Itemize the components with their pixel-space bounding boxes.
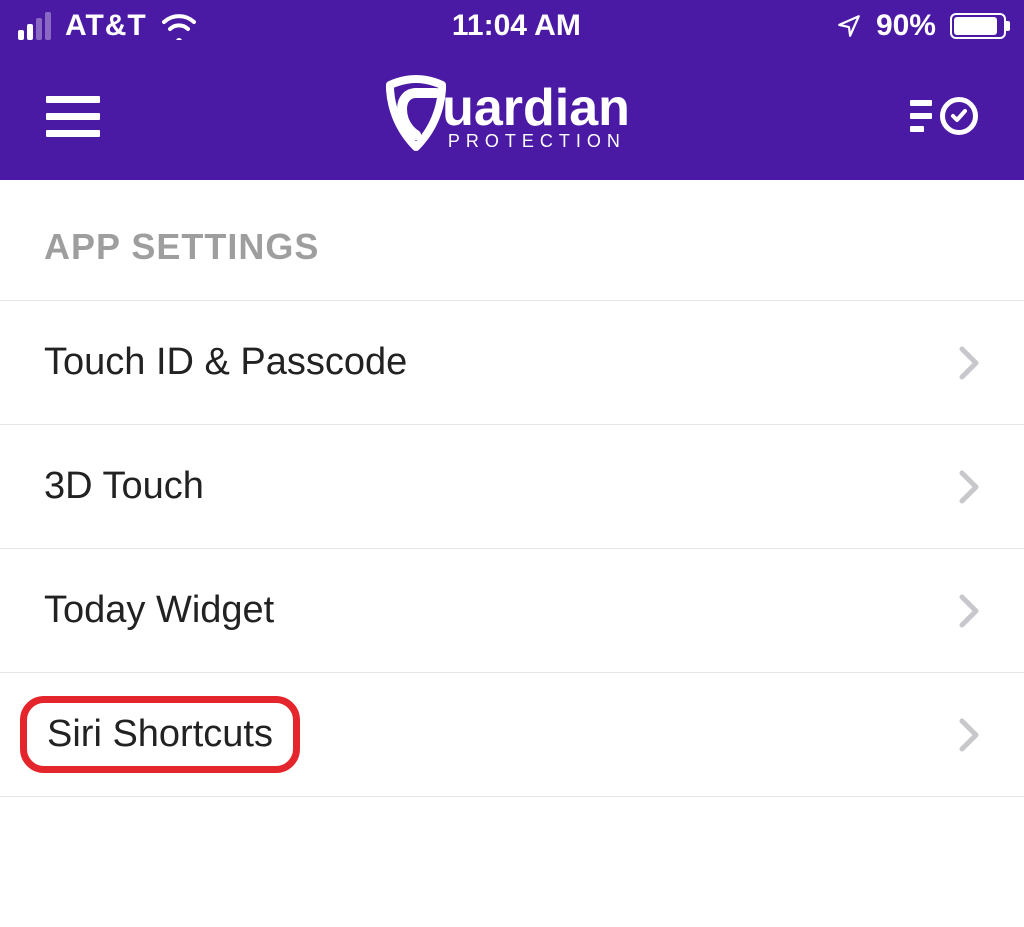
row-label: Touch ID & Passcode <box>44 341 407 384</box>
battery-icon <box>950 13 1006 39</box>
chevron-right-icon <box>958 469 980 505</box>
row-touch-id-passcode[interactable]: Touch ID & Passcode <box>0 301 1024 425</box>
location-icon <box>836 13 862 39</box>
chevron-right-icon <box>958 345 980 381</box>
chevron-right-icon <box>958 593 980 629</box>
row-label: Today Widget <box>44 589 274 632</box>
app-header: uardian PROTECTION <box>0 52 1024 180</box>
section-title: APP SETTINGS <box>0 180 1024 300</box>
row-today-widget[interactable]: Today Widget <box>0 549 1024 673</box>
settings-content: APP SETTINGS Touch ID & Passcode 3D Touc… <box>0 180 1024 797</box>
check-circle-icon <box>940 97 978 135</box>
battery-fill <box>954 17 997 35</box>
logo-main-text: uardian <box>442 82 630 134</box>
shield-icon <box>380 75 452 158</box>
hamburger-menu-button[interactable] <box>46 96 100 137</box>
logo-sub-text: PROTECTION <box>448 132 626 150</box>
wifi-icon <box>161 12 197 40</box>
carrier-label: AT&T <box>65 9 147 43</box>
row-siri-shortcuts[interactable]: Siri Shortcuts <box>0 673 1024 797</box>
status-bar: AT&T 11:04 AM 90% <box>0 0 1024 52</box>
tasks-button[interactable] <box>910 97 978 135</box>
status-time: 11:04 AM <box>452 9 581 43</box>
list-lines-icon <box>910 100 932 132</box>
row-label-highlighted: Siri Shortcuts <box>20 696 300 773</box>
chevron-right-icon <box>958 717 980 753</box>
row-label: 3D Touch <box>44 465 204 508</box>
status-left: AT&T <box>18 9 197 43</box>
signal-strength-icon <box>18 12 51 40</box>
battery-percentage: 90% <box>876 9 936 43</box>
row-3d-touch[interactable]: 3D Touch <box>0 425 1024 549</box>
app-logo: uardian PROTECTION <box>380 75 630 158</box>
status-right: 90% <box>836 9 1006 43</box>
